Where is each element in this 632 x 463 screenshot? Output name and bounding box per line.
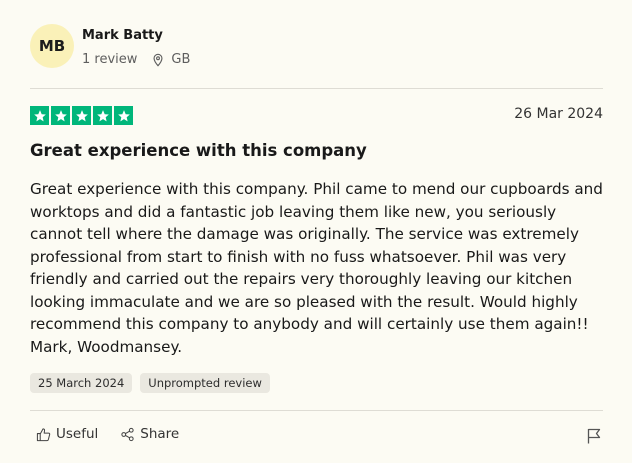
divider	[30, 88, 603, 89]
review-body: Great experience with this company. Phil…	[30, 180, 603, 356]
review-title[interactable]: Great experience with this company	[30, 141, 367, 160]
reviewer-name[interactable]: Mark Batty	[82, 28, 163, 43]
reviewer-meta: 1 review GB	[82, 52, 190, 67]
share-icon	[121, 427, 134, 441]
divider	[30, 410, 603, 411]
review-count: 1 review	[82, 52, 138, 67]
star-icon	[30, 106, 49, 125]
useful-label: Useful	[56, 426, 99, 442]
star-icon	[51, 106, 70, 125]
star-icon	[93, 106, 112, 125]
review-date: 26 Mar 2024	[514, 106, 603, 122]
reviewer-header: MB Mark Batty 1 review GB	[30, 24, 605, 74]
review-type-badge[interactable]: Unprompted review	[140, 373, 270, 393]
review-actions: Useful Share	[36, 426, 179, 442]
star-icon	[72, 106, 91, 125]
useful-button[interactable]: Useful	[36, 426, 98, 442]
star-icon	[114, 106, 133, 125]
experience-date-badge: 25 March 2024	[30, 373, 133, 393]
flag-icon[interactable]	[585, 427, 603, 445]
location-pin-icon	[151, 53, 165, 67]
review-tags: 25 March 2024 Unprompted review	[30, 373, 270, 393]
share-button[interactable]: Share	[120, 426, 179, 442]
avatar[interactable]: MB	[30, 24, 74, 68]
share-label: Share	[140, 426, 180, 442]
reviewer-country: GB	[171, 52, 191, 67]
star-rating	[30, 106, 133, 125]
thumbs-up-icon	[36, 427, 51, 441]
